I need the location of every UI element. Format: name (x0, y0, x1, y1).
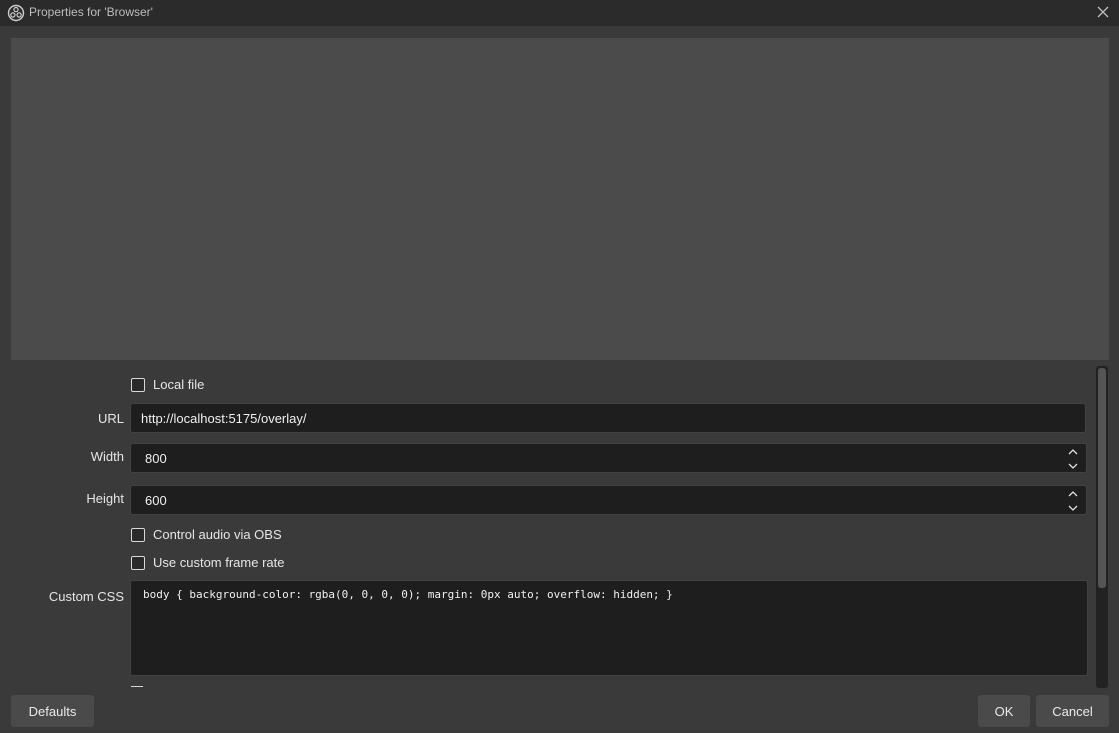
width-value[interactable]: 800 (145, 451, 167, 466)
width-spinbox[interactable]: 800 (130, 443, 1087, 473)
height-spinbox[interactable]: 600 (130, 485, 1087, 515)
scrollbar-thumb[interactable] (1098, 368, 1106, 588)
window-title: Properties for 'Browser' (29, 5, 153, 19)
browser-preview (11, 38, 1109, 360)
checkbox-box[interactable] (131, 377, 145, 392)
custom-frame-rate-label: Use custom frame rate (153, 555, 285, 570)
ok-button[interactable]: OK (978, 695, 1030, 727)
chevron-down-icon[interactable] (1066, 502, 1080, 514)
checkbox-box[interactable] (131, 527, 145, 542)
partial-checkbox[interactable] (131, 686, 143, 689)
url-label: URL (97, 411, 124, 426)
defaults-button[interactable]: Defaults (11, 695, 94, 727)
url-input[interactable]: http://localhost:5175/overlay/ (130, 403, 1086, 433)
control-audio-checkbox[interactable]: Control audio via OBS (131, 527, 282, 542)
close-icon[interactable] (1095, 4, 1111, 20)
control-audio-label: Control audio via OBS (153, 527, 282, 542)
custom-css-textarea[interactable]: body { background-color: rgba(0, 0, 0, 0… (130, 580, 1088, 676)
local-file-checkbox[interactable]: Local file (131, 377, 204, 392)
custom-css-label: Custom CSS (48, 589, 124, 604)
local-file-label: Local file (153, 377, 205, 392)
properties-scrollbar[interactable] (1096, 366, 1108, 688)
width-label: Width (90, 449, 124, 464)
obs-logo-icon (7, 4, 25, 22)
title-bar: Properties for 'Browser' (0, 0, 1119, 26)
chevron-up-icon[interactable] (1066, 446, 1080, 458)
cancel-button[interactable]: Cancel (1036, 695, 1109, 727)
chevron-down-icon[interactable] (1066, 460, 1080, 472)
checkbox-box[interactable] (131, 555, 145, 570)
height-value[interactable]: 600 (145, 493, 167, 508)
height-label: Height (86, 491, 124, 506)
chevron-up-icon[interactable] (1066, 488, 1080, 500)
custom-frame-rate-checkbox[interactable]: Use custom frame rate (131, 555, 285, 570)
